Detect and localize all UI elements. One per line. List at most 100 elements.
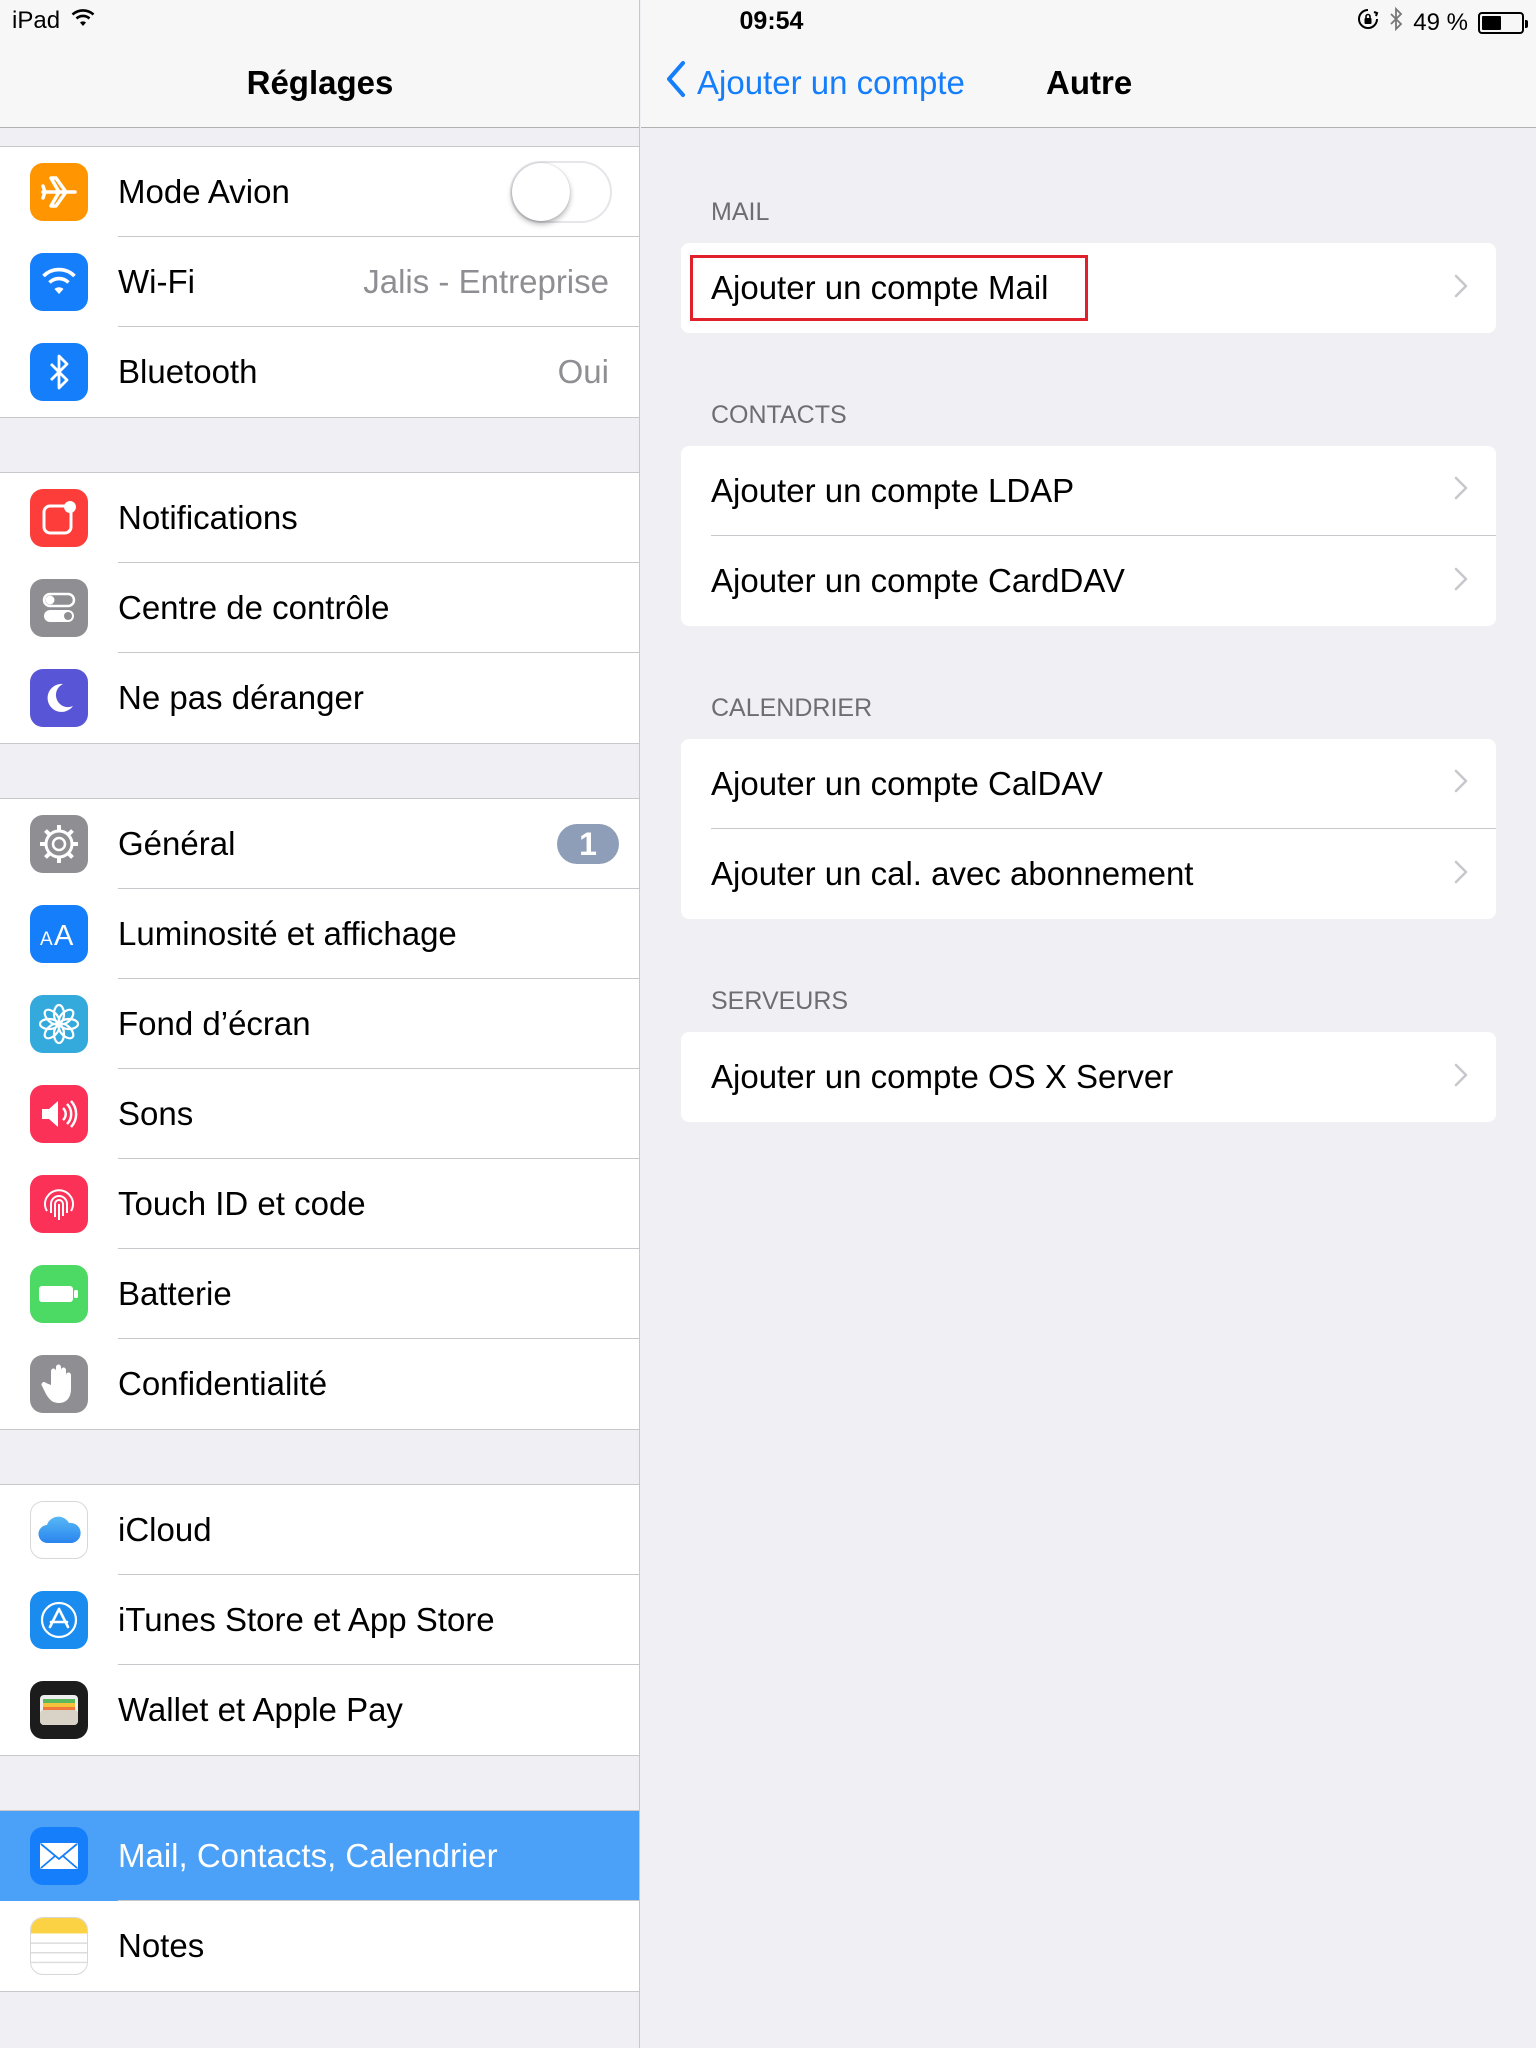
sidebar-item-body: Batterie	[118, 1249, 639, 1339]
settings-group: Mail, Contacts, Calendrier Notes	[0, 1810, 639, 1992]
notifications-icon	[30, 489, 88, 547]
back-button[interactable]: Ajouter un compte	[665, 60, 965, 106]
notes-icon	[30, 1917, 88, 1975]
sidebar-item-label: iCloud	[118, 1510, 212, 1548]
sidebar-item-label: Notifications	[118, 498, 298, 536]
sidebar-item-label: Sons	[118, 1094, 194, 1132]
sidebar-item-detail: Jalis - Entreprise	[363, 262, 609, 300]
sidebar-item-label: Fond d’écran	[118, 1004, 311, 1042]
sidebar-item-notifications[interactable]: Notifications	[0, 473, 639, 563]
bluetooth-icon	[30, 343, 88, 401]
sidebar-item-detail: Oui	[557, 353, 609, 390]
sidebar-item-fond-d-ecran[interactable]: Fond d’écran	[0, 979, 639, 1069]
sidebar-item-body: Fond d’écran	[118, 979, 639, 1069]
sidebar-item-label: Général	[118, 824, 236, 862]
row-content: Ajouter un compte Mail	[711, 243, 1496, 333]
moon-icon	[30, 669, 88, 727]
sidebar-item-sons[interactable]: Sons	[0, 1069, 639, 1159]
sidebar-item-body: Mode Avion	[118, 147, 639, 237]
row-content: Ajouter un compte LDAP	[711, 446, 1496, 536]
sidebar-item-mail-contacts-calendrier[interactable]: Mail, Contacts, Calendrier	[0, 1811, 639, 1901]
section-card: Ajouter un compte LDAP Ajouter un compte …	[681, 446, 1496, 626]
status-bar: iPad 09:54 49 %	[0, 0, 1536, 40]
wallet-icon	[30, 1681, 88, 1739]
sidebar-item-luminosite-et-affichage[interactable]: A A Luminosité et affichage	[0, 889, 639, 979]
sidebar-item-label: iTunes Store et App Store	[118, 1600, 495, 1638]
section-header: CALENDRIER	[711, 694, 873, 722]
add-account-row-ajouter-un-compte-ldap[interactable]: Ajouter un compte LDAP	[681, 446, 1496, 536]
add-account-row-ajouter-un-compte-mail[interactable]: Ajouter un compte Mail	[681, 243, 1496, 333]
sidebar-item-label: Batterie	[118, 1274, 232, 1312]
sidebar-item-label: Luminosité et affichage	[118, 914, 457, 952]
chevron-left-icon	[665, 60, 687, 106]
add-account-row-ajouter-un-compte-carddav[interactable]: Ajouter un compte CardDAV	[681, 536, 1496, 626]
wallpaper-icon	[30, 995, 88, 1053]
section-card: Ajouter un compte CalDAV Ajouter un cal. …	[681, 739, 1496, 919]
sidebar-item-itunes-store-et-app-store[interactable]: iTunes Store et App Store	[0, 1575, 639, 1665]
sidebar-item-body: Notes	[118, 1901, 639, 1991]
section-header: SERVEURS	[711, 987, 849, 1015]
sidebar-item-wallet-et-apple-pay[interactable]: Wallet et Apple Pay	[0, 1665, 639, 1755]
speaker-icon	[30, 1085, 88, 1143]
row-label: Ajouter un compte CardDAV	[711, 562, 1125, 599]
sidebar-item-body: iTunes Store et App Store	[118, 1575, 639, 1665]
row-content: Ajouter un compte CardDAV	[711, 536, 1496, 626]
row-label: Ajouter un cal. avec abonnement	[711, 855, 1194, 892]
sidebar-item-mode-avion[interactable]: Mode Avion	[0, 147, 639, 237]
sidebar-item-body: Sons	[118, 1069, 639, 1159]
settings-group: iCloud iTunes Store et App Store Wallet et…	[0, 1484, 639, 1756]
sidebar-item-label: Bluetooth	[118, 353, 258, 390]
back-button-label: Ajouter un compte	[697, 64, 965, 101]
svg-text:A: A	[54, 920, 74, 951]
sidebar-item-body: iCloud	[118, 1485, 639, 1575]
airplane-icon	[30, 163, 88, 221]
wifi-icon	[30, 253, 88, 311]
sidebar-item-body: Bluetooth Oui	[118, 327, 639, 417]
add-account-row-ajouter-un-cal-avec-abonnement[interactable]: Ajouter un cal. avec abonnement	[681, 829, 1496, 919]
add-account-row-ajouter-un-compte-os-x-server[interactable]: Ajouter un compte OS X Server	[681, 1032, 1496, 1122]
settings-group: Général 1 A A Luminosité et affichage Fond d’…	[0, 798, 639, 1430]
sidebar-item-body: Wallet et Apple Pay	[118, 1665, 639, 1755]
hand-icon	[30, 1355, 88, 1413]
sidebar-item-notes[interactable]: Notes	[0, 1901, 639, 1991]
sidebar-item-body: Mail, Contacts, Calendrier	[118, 1811, 639, 1901]
brightness-icon: AA	[30, 905, 88, 963]
settings-sidebar: Réglages Mode Avion Wi-Fi Jalis - Entrepri…	[0, 0, 640, 2048]
sidebar-item-label: Wallet et Apple Pay	[118, 1691, 403, 1728]
status-right: 49 %	[1357, 6, 1528, 38]
sidebar-item-wi-fi[interactable]: Wi-Fi Jalis - Entreprise	[0, 237, 639, 327]
sidebar-item-ne-pas-deranger[interactable]: Ne pas déranger	[0, 653, 639, 743]
sidebar-item-body: Confidentialité	[118, 1339, 639, 1429]
sidebar-title: Réglages	[246, 64, 394, 101]
sidebar-item-centre-de-controle[interactable]: Centre de contrôle	[0, 563, 639, 653]
detail-pane: Ajouter un compte Autre MAIL Ajouter un c…	[641, 0, 1536, 2048]
toggle-knob	[512, 162, 570, 221]
cloud-icon	[30, 1501, 88, 1559]
sidebar-item-batterie[interactable]: Batterie	[0, 1249, 639, 1339]
fingerprint-icon	[30, 1175, 88, 1233]
sidebar-item-icloud[interactable]: iCloud	[0, 1485, 639, 1575]
section-card: Ajouter un compte Mail	[681, 243, 1496, 333]
chevron-right-icon	[1454, 1063, 1468, 1092]
airplane-mode-toggle[interactable]	[510, 160, 612, 223]
sidebar-item-body: Touch ID et code	[118, 1159, 639, 1249]
sidebar-item-body: Ne pas déranger	[118, 653, 639, 743]
chevron-right-icon	[1454, 769, 1468, 798]
row-content: Ajouter un compte CalDAV	[711, 739, 1496, 829]
add-account-row-ajouter-un-compte-caldav[interactable]: Ajouter un compte CalDAV	[681, 739, 1496, 829]
rotation-lock-icon	[1357, 8, 1379, 37]
sidebar-item-label: Touch ID et code	[118, 1184, 366, 1222]
sidebar-item-label: Ne pas déranger	[118, 679, 364, 716]
section-card: Ajouter un compte OS X Server	[681, 1032, 1496, 1122]
sidebar-item-general[interactable]: Général 1	[0, 799, 639, 889]
sidebar-item-touch-id-et-code[interactable]: Touch ID et code	[0, 1159, 639, 1249]
sidebar-item-label: Centre de contrôle	[118, 588, 390, 626]
sidebar-item-bluetooth[interactable]: Bluetooth Oui	[0, 327, 639, 417]
sidebar-item-confidentialite[interactable]: Confidentialité	[0, 1339, 639, 1429]
update-badge: 1	[557, 823, 619, 864]
battery-percent: 49 %	[1413, 8, 1468, 36]
